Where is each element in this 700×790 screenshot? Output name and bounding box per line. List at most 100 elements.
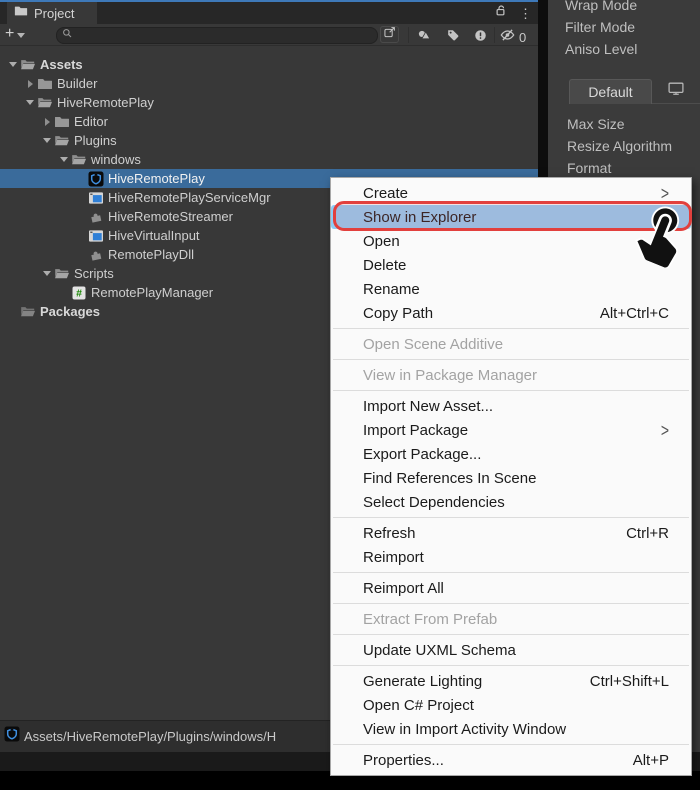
tree-row[interactable]: Plugins <box>0 131 538 150</box>
tree-row[interactable]: Editor <box>0 112 538 131</box>
menu-item: View in Package Manager <box>331 363 691 387</box>
triangle-down-icon[interactable] <box>6 62 20 67</box>
unlock-icon[interactable] <box>493 3 508 23</box>
tab-platform-override[interactable] <box>652 79 700 104</box>
menu-item[interactable]: Export Package... <box>331 442 691 466</box>
property-label: Max Size <box>567 116 625 132</box>
menu-item-label: Export Package... <box>363 446 481 463</box>
context-menu: Create>Show in ExplorerOpenDeleteRenameC… <box>330 177 692 776</box>
menu-item-label: View in Import Activity Window <box>363 721 566 738</box>
search-by-label-icon[interactable] <box>445 27 461 43</box>
menu-item-label: Create <box>363 185 408 202</box>
triangle-right-icon[interactable] <box>23 80 37 88</box>
caret-down-icon <box>17 33 25 38</box>
menu-item[interactable]: Find References In Scene <box>331 466 691 490</box>
hidden-packages-toggle[interactable]: 0 <box>499 27 526 48</box>
search-input[interactable] <box>74 28 358 44</box>
menu-item[interactable]: Create> <box>331 181 691 205</box>
menu-item[interactable]: View in Import Activity Window <box>331 717 691 741</box>
triangle-down-icon[interactable] <box>40 138 54 143</box>
menu-item[interactable]: Rename <box>331 277 691 301</box>
search-by-type-icon[interactable] <box>416 27 432 43</box>
toolbar-divider <box>408 27 409 43</box>
tab-project[interactable]: Project <box>7 2 97 24</box>
menu-separator <box>333 572 689 573</box>
folder-open-icon <box>71 152 87 168</box>
menu-item[interactable]: Import Package > <box>331 418 691 442</box>
folder-open-icon <box>37 95 53 111</box>
menu-item-label: Copy Path <box>363 305 433 322</box>
menu-item[interactable]: Copy PathAlt+Ctrl+C <box>331 301 691 325</box>
menu-item-label: Open C# Project <box>363 697 474 714</box>
tree-item-label: Scripts <box>74 266 114 281</box>
tree-item-label: RemotePlayManager <box>91 285 213 300</box>
menu-item[interactable]: Open C# Project <box>331 693 691 717</box>
add-asset-button[interactable]: + <box>5 24 25 46</box>
tab-default-platform[interactable]: Default <box>569 79 652 104</box>
triangle-down-icon[interactable] <box>57 157 71 162</box>
open-in-window-icon <box>383 25 397 44</box>
menu-item[interactable]: Import New Asset... <box>331 394 691 418</box>
tree-item-label: HiveRemotePlayServiceMgr <box>108 190 271 205</box>
open-search-window-button[interactable] <box>380 26 399 43</box>
triangle-down-icon[interactable] <box>40 271 54 276</box>
menu-item[interactable]: Open <box>331 229 691 253</box>
project-toolbar: + <box>0 24 538 46</box>
menu-item[interactable]: Update UXML Schema <box>331 638 691 662</box>
menu-item-label: Extract From Prefab <box>363 611 497 628</box>
tab-strip: Project ⋮ <box>0 2 538 24</box>
menu-item-label: Reimport <box>363 549 424 566</box>
triangle-right-icon[interactable] <box>40 118 54 126</box>
search-by-import-log-icon[interactable] <box>472 27 488 43</box>
menu-item-label: View in Package Manager <box>363 367 537 384</box>
kebab-menu-icon[interactable]: ⋮ <box>519 7 532 20</box>
tree-item-label: windows <box>91 152 141 167</box>
dll-icon <box>88 247 104 263</box>
folder-open-icon <box>20 57 36 73</box>
menu-item[interactable]: Generate Lighting Ctrl+Shift+L <box>331 669 691 693</box>
menu-item-shortcut: Ctrl+Shift+L <box>590 673 669 690</box>
tab-project-label: Project <box>34 6 74 21</box>
toolbar-divider <box>494 27 495 43</box>
menu-item-label: Import Package <box>363 422 468 439</box>
dll-icon <box>88 209 104 225</box>
menu-item-label: Import New Asset... <box>363 398 493 415</box>
menu-separator <box>333 328 689 329</box>
shield-icon <box>88 171 104 187</box>
cs-icon: # <box>71 285 87 301</box>
menu-item[interactable]: Delete <box>331 253 691 277</box>
menu-item[interactable]: Reimport <box>331 545 691 569</box>
menu-item[interactable]: Show in Explorer <box>331 205 691 229</box>
menu-separator <box>333 517 689 518</box>
tree-row[interactable]: windows <box>0 150 538 169</box>
tree-item-label: HiveRemoteStreamer <box>108 209 233 224</box>
menu-item-label: Refresh <box>363 525 416 542</box>
search-field[interactable] <box>56 27 378 44</box>
tree-item-label: HiveVirtualInput <box>108 228 200 243</box>
property-label: Resize Algorithm <box>567 138 672 154</box>
menu-item[interactable]: Reimport All <box>331 576 691 600</box>
menu-item-label: Generate Lighting <box>363 673 482 690</box>
menu-item-label: Update UXML Schema <box>363 642 516 659</box>
menu-item[interactable]: Select Dependencies <box>331 490 691 514</box>
tree-row[interactable]: HiveRemotePlay <box>0 93 538 112</box>
folder-closed-icon <box>37 76 53 92</box>
menu-item-label: Select Dependencies <box>363 494 505 511</box>
monitor-icon <box>667 80 685 102</box>
tree-item-label: Assets <box>40 57 83 72</box>
folder-closed-icon <box>54 114 70 130</box>
menu-item-label: Rename <box>363 281 420 298</box>
menu-item[interactable]: Properties...Alt+P <box>331 748 691 772</box>
menu-item[interactable]: RefreshCtrl+R <box>331 521 691 545</box>
menu-item-label: Reimport All <box>363 580 444 597</box>
tree-row[interactable]: Assets <box>0 55 538 74</box>
submenu-arrow-icon: > <box>661 420 669 441</box>
menu-item-label: Open Scene Additive <box>363 336 503 353</box>
triangle-down-icon[interactable] <box>23 100 37 105</box>
menu-item-shortcut: Alt+P <box>633 752 669 769</box>
status-path: Assets/HiveRemotePlay/Plugins/windows/H <box>24 729 276 744</box>
menu-item-label: Open <box>363 233 400 250</box>
tree-row[interactable]: Builder <box>0 74 538 93</box>
property-label: Filter Mode <box>565 19 635 35</box>
menu-item: Extract From Prefab <box>331 607 691 631</box>
